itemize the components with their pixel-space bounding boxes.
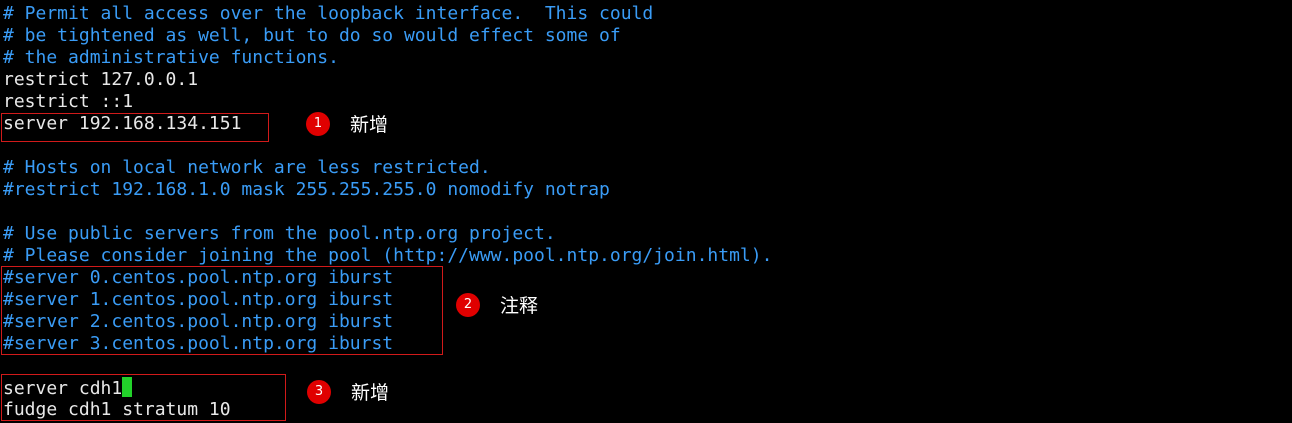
annotation-label-2: 注释 bbox=[500, 295, 539, 317]
config-line: restrict ::1 bbox=[3, 91, 134, 112]
config-line: # the administrative functions. bbox=[3, 47, 339, 68]
highlight-box-2 bbox=[1, 266, 443, 355]
config-line: # be tightened as well, but to do so wou… bbox=[3, 25, 621, 46]
highlight-box-3 bbox=[1, 374, 286, 421]
terminal-window[interactable]: # Permit all access over the loopback in… bbox=[0, 0, 1292, 423]
annotation-badge-2: 2 bbox=[456, 293, 480, 317]
annotation-badge-1: 1 bbox=[306, 112, 330, 136]
annotation-label-1: 新增 bbox=[350, 114, 389, 136]
annotation-badge-3: 3 bbox=[307, 380, 331, 404]
config-line: #restrict 192.168.1.0 mask 255.255.255.0… bbox=[3, 179, 610, 200]
config-line: # Hosts on local network are less restri… bbox=[3, 157, 491, 178]
config-line: restrict 127.0.0.1 bbox=[3, 69, 199, 90]
config-line: # Please consider joining the pool (http… bbox=[3, 245, 773, 266]
config-line: # Use public servers from the pool.ntp.o… bbox=[3, 223, 556, 244]
config-line: # Permit all access over the loopback in… bbox=[3, 3, 654, 24]
highlight-box-1 bbox=[1, 113, 269, 142]
annotation-label-3: 新增 bbox=[351, 382, 390, 404]
